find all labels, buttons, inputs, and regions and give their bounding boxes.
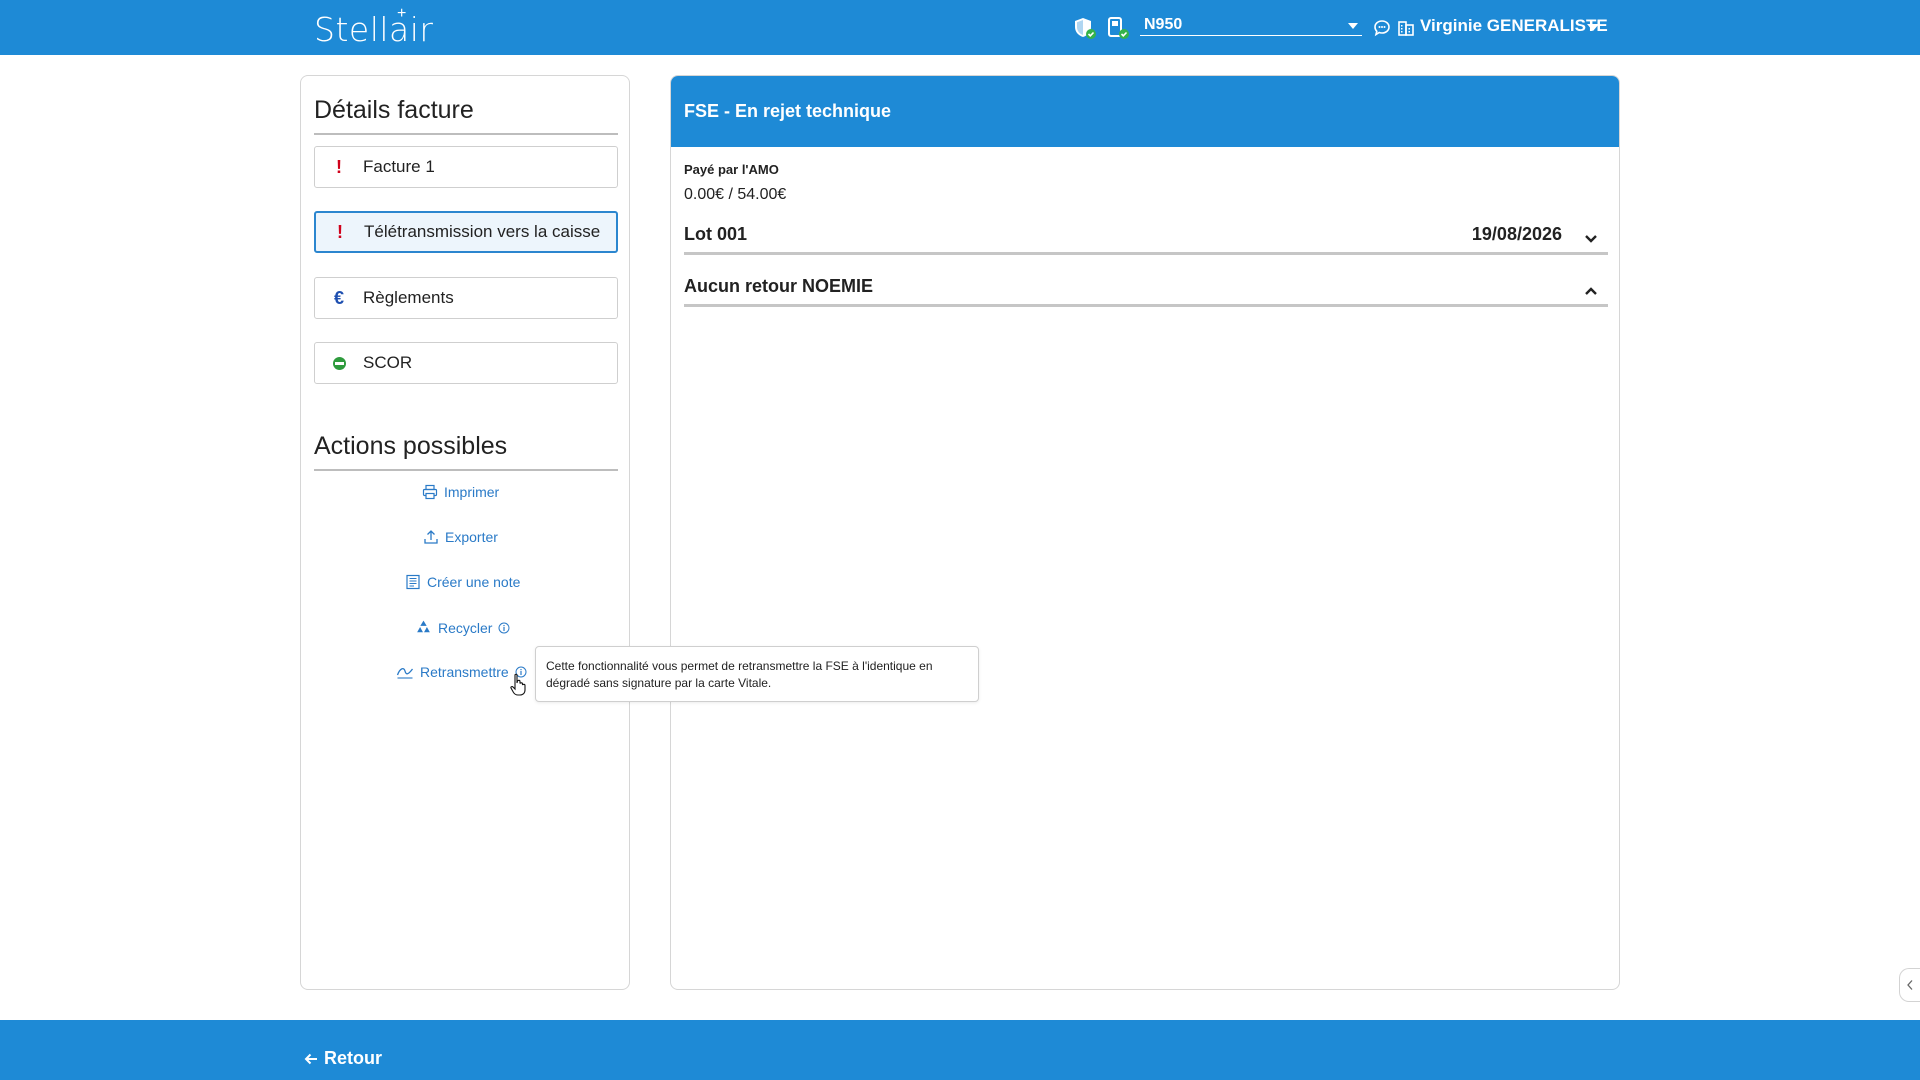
nav-item-label: Télétransmission vers la caisse xyxy=(364,222,601,241)
exclamation-icon: ! xyxy=(337,221,343,242)
export-action[interactable]: Exporter xyxy=(423,529,498,545)
exclamation-icon: ! xyxy=(336,156,342,177)
back-label: Retour xyxy=(324,1048,382,1068)
device-name: N950 xyxy=(1144,16,1183,33)
create-note-action[interactable]: Créer une note xyxy=(405,574,520,590)
back-button[interactable]: Retour xyxy=(304,1048,382,1069)
user-menu[interactable]: Virginie GENERALISTE xyxy=(1420,16,1608,36)
arrow-left-icon xyxy=(304,1053,317,1064)
retransmit-tooltip: Cette fonctionnalité vous permet de retr… xyxy=(535,646,979,702)
device-select[interactable]: N950 xyxy=(1140,14,1362,36)
invoice-details-panel: Détails facture ! Facture 1 ! Télétransm… xyxy=(300,75,630,990)
no-entry-icon xyxy=(315,356,363,370)
export-label: Exporter xyxy=(445,529,498,545)
bottom-bar xyxy=(0,1020,1920,1080)
note-icon xyxy=(406,574,420,590)
nav-item-facture[interactable]: ! Facture 1 xyxy=(314,146,618,188)
upload-icon xyxy=(424,530,438,544)
lot-date: 19/08/2026 xyxy=(1471,224,1562,244)
retransmit-action[interactable]: Retransmettre xyxy=(396,664,527,680)
signature-icon xyxy=(396,668,414,679)
retransmit-label: Retransmettre xyxy=(420,664,509,680)
paid-by-amo-label: Payé par l'AMO xyxy=(684,162,779,177)
nav-item-label: SCOR xyxy=(363,353,413,372)
chevron-down-icon[interactable] xyxy=(1584,228,1598,249)
actions-title: Actions possibles xyxy=(314,432,618,471)
caret-down-icon[interactable] xyxy=(1587,24,1599,31)
paid-by-amo-value: 0.00€ / 54.00€ xyxy=(684,186,787,203)
caret-down-icon xyxy=(1348,23,1358,29)
noemie-row[interactable]: Aucun retour NOEMIE xyxy=(684,274,1608,307)
chat-icon[interactable] xyxy=(1373,19,1397,43)
top-bar: Stellair + N950 Virginie GENERALISTE xyxy=(0,0,1920,55)
fse-status-header: FSE - En rejet technique xyxy=(671,76,1619,147)
nav-item-label: Règlements xyxy=(363,288,454,307)
info-icon[interactable] xyxy=(498,622,510,634)
card-reader-icon[interactable] xyxy=(1106,16,1130,40)
nav-item-label: Facture 1 xyxy=(363,157,435,176)
lot-label: Lot 001 xyxy=(684,224,748,244)
recycle-icon xyxy=(417,620,430,633)
recycle-action[interactable]: Recycler xyxy=(415,619,510,636)
print-action[interactable]: Imprimer xyxy=(422,484,499,500)
fse-panel: FSE - En rejet technique Payé par l'AMO … xyxy=(670,75,1620,990)
recycle-label: Recycler xyxy=(438,619,493,636)
chevron-left-icon xyxy=(1907,980,1913,990)
noemie-label: Aucun retour NOEMIE xyxy=(684,276,874,296)
nav-item-teletransmission[interactable]: ! Télétransmission vers la caisse xyxy=(314,211,618,253)
app-logo[interactable]: Stellair xyxy=(314,10,433,49)
side-panel-toggle[interactable] xyxy=(1899,968,1920,1002)
nav-item-reglements[interactable]: € Règlements xyxy=(314,277,618,319)
hand-cursor-icon xyxy=(510,673,528,702)
lot-row[interactable]: Lot 001 19/08/2026 xyxy=(684,222,1608,255)
printer-icon xyxy=(422,484,438,500)
details-title: Détails facture xyxy=(314,96,618,135)
euro-icon: € xyxy=(333,287,344,308)
create-note-label: Créer une note xyxy=(427,574,521,590)
logo-star-icon: + xyxy=(397,5,407,22)
shield-check-icon[interactable] xyxy=(1073,16,1097,40)
nav-item-scor[interactable]: SCOR xyxy=(314,342,618,384)
building-icon xyxy=(1397,19,1421,43)
print-label: Imprimer xyxy=(444,484,500,500)
chevron-up-icon[interactable] xyxy=(1584,280,1598,301)
